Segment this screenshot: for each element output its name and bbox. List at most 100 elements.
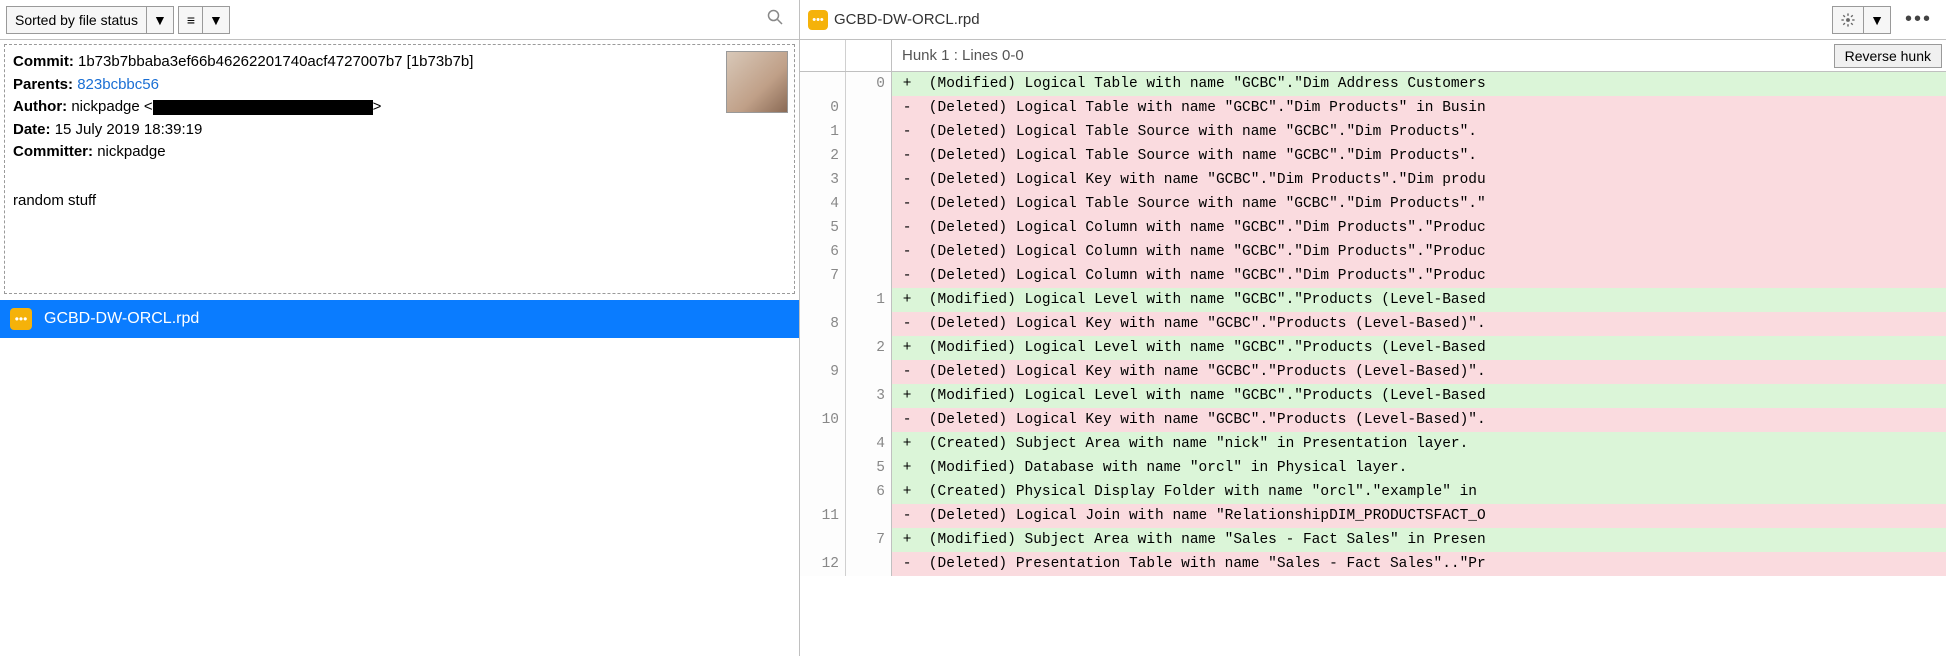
- gutter-old: 3: [800, 168, 846, 192]
- diff-view[interactable]: 0 + (Modified) Logical Table with name "…: [800, 72, 1946, 656]
- diff-line[interactable]: 8 - (Deleted) Logical Key with name "GCB…: [800, 312, 1946, 336]
- gutter-new: [846, 504, 892, 528]
- gutter-new: [846, 552, 892, 576]
- diff-filename: GCBD-DW-ORCL.rpd: [834, 11, 980, 28]
- diff-text: - (Deleted) Presentation Table with name…: [892, 552, 1946, 576]
- diff-text: + (Created) Physical Display Folder with…: [892, 480, 1946, 504]
- parent-link[interactable]: 823bcbbc56: [77, 76, 159, 93]
- gutter-new: 5: [846, 456, 892, 480]
- committer-label: Committer:: [13, 143, 93, 160]
- file-list-item[interactable]: ••• GCBD-DW-ORCL.rpd: [0, 300, 799, 338]
- file-mod-icon: •••: [808, 10, 828, 30]
- gutter-new: [846, 96, 892, 120]
- gear-split-button[interactable]: ▼: [1832, 6, 1891, 34]
- avatar: [726, 51, 788, 113]
- gutter-old: [800, 288, 846, 312]
- file-mod-icon: •••: [10, 308, 32, 330]
- diff-text: + (Created) Subject Area with name "nick…: [892, 432, 1946, 456]
- file-name: GCBD-DW-ORCL.rpd: [44, 310, 199, 328]
- gutter-old: [800, 336, 846, 360]
- gutter-old: 4: [800, 192, 846, 216]
- gutter-new: 4: [846, 432, 892, 456]
- gear-icon[interactable]: [1832, 6, 1863, 34]
- diff-text: - (Deleted) Logical Key with name "GCBC"…: [892, 360, 1946, 384]
- diff-text: - (Deleted) Logical Join with name "Rela…: [892, 504, 1946, 528]
- gutter-new: 7: [846, 528, 892, 552]
- view-split-button[interactable]: ≡ ▼: [178, 6, 230, 34]
- diff-line[interactable]: 2 - (Deleted) Logical Table Source with …: [800, 144, 1946, 168]
- commit-hash: 1b73b7bbaba3ef66b46262201740acf4727007b7: [78, 53, 403, 70]
- diff-text: - (Deleted) Logical Column with name "GC…: [892, 264, 1946, 288]
- gutter-old: 6: [800, 240, 846, 264]
- gutter-new: [846, 408, 892, 432]
- right-panel: ••• GCBD-DW-ORCL.rpd ▼ ••• Hunk 1 : Line…: [800, 0, 1946, 656]
- gutter-old: 8: [800, 312, 846, 336]
- diff-line[interactable]: 7 + (Modified) Subject Area with name "S…: [800, 528, 1946, 552]
- diff-line[interactable]: 9 - (Deleted) Logical Key with name "GCB…: [800, 360, 1946, 384]
- diff-line[interactable]: 0 - (Deleted) Logical Table with name "G…: [800, 96, 1946, 120]
- gutter-old: [800, 432, 846, 456]
- diff-line[interactable]: 3 - (Deleted) Logical Key with name "GCB…: [800, 168, 1946, 192]
- diff-line[interactable]: 3 + (Modified) Logical Level with name "…: [800, 384, 1946, 408]
- gear-caret[interactable]: ▼: [1863, 6, 1891, 34]
- diff-text: - (Deleted) Logical Key with name "GCBC"…: [892, 312, 1946, 336]
- diff-text: + (Modified) Subject Area with name "Sal…: [892, 528, 1946, 552]
- diff-line[interactable]: 12 - (Deleted) Presentation Table with n…: [800, 552, 1946, 576]
- diff-line[interactable]: 6 - (Deleted) Logical Column with name "…: [800, 240, 1946, 264]
- diff-line[interactable]: 5 + (Modified) Database with name "orcl"…: [800, 456, 1946, 480]
- sort-button[interactable]: Sorted by file status: [6, 6, 146, 34]
- gutter-new: [846, 192, 892, 216]
- diff-text: + (Modified) Database with name "orcl" i…: [892, 456, 1946, 480]
- commit-message: random stuff: [13, 190, 786, 213]
- gutter-old: 7: [800, 264, 846, 288]
- diff-text: - (Deleted) Logical Column with name "GC…: [892, 240, 1946, 264]
- gutter-new: 0: [846, 72, 892, 96]
- diff-line[interactable]: 6 + (Created) Physical Display Folder wi…: [800, 480, 1946, 504]
- author-name: nickpadge: [71, 98, 139, 115]
- author-label: Author:: [13, 98, 67, 115]
- gutter-new: [846, 168, 892, 192]
- diff-line[interactable]: 2 + (Modified) Logical Level with name "…: [800, 336, 1946, 360]
- diff-line[interactable]: 7 - (Deleted) Logical Column with name "…: [800, 264, 1946, 288]
- date-label: Date:: [13, 121, 51, 138]
- search-icon[interactable]: [757, 3, 793, 36]
- diff-line[interactable]: 1 + (Modified) Logical Level with name "…: [800, 288, 1946, 312]
- gutter-new: 6: [846, 480, 892, 504]
- gutter-new: [846, 144, 892, 168]
- gutter-old: 2: [800, 144, 846, 168]
- diff-line[interactable]: 4 - (Deleted) Logical Table Source with …: [800, 192, 1946, 216]
- diff-line[interactable]: 5 - (Deleted) Logical Column with name "…: [800, 216, 1946, 240]
- author-email-redacted: [153, 100, 373, 115]
- diff-text: - (Deleted) Logical Table Source with na…: [892, 144, 1946, 168]
- diff-line[interactable]: 0 + (Modified) Logical Table with name "…: [800, 72, 1946, 96]
- gutter-old: 5: [800, 216, 846, 240]
- diff-line[interactable]: 11 - (Deleted) Logical Join with name "R…: [800, 504, 1946, 528]
- more-icon[interactable]: •••: [1899, 8, 1938, 31]
- reverse-hunk-button[interactable]: Reverse hunk: [1834, 44, 1942, 68]
- commit-details: Commit: 1b73b7bbaba3ef66b46262201740acf4…: [4, 44, 795, 294]
- view-caret[interactable]: ▼: [202, 6, 230, 34]
- diff-text: - (Deleted) Logical Table Source with na…: [892, 192, 1946, 216]
- gutter-old: 12: [800, 552, 846, 576]
- commit-date: 15 July 2019 18:39:19: [55, 121, 203, 138]
- gutter-new: 2: [846, 336, 892, 360]
- gutter-old: 0: [800, 96, 846, 120]
- sort-caret[interactable]: ▼: [146, 6, 174, 34]
- parents-label: Parents:: [13, 76, 73, 93]
- diff-line[interactable]: 1 - (Deleted) Logical Table Source with …: [800, 120, 1946, 144]
- committer-name: nickpadge: [97, 143, 165, 160]
- gutter-old: [800, 456, 846, 480]
- list-view-icon[interactable]: ≡: [178, 6, 202, 34]
- right-toolbar: ••• GCBD-DW-ORCL.rpd ▼ •••: [800, 0, 1946, 40]
- gutter-new: 1: [846, 288, 892, 312]
- diff-text: - (Deleted) Logical Table Source with na…: [892, 120, 1946, 144]
- diff-line[interactable]: 10 - (Deleted) Logical Key with name "GC…: [800, 408, 1946, 432]
- gutter-old: [800, 480, 846, 504]
- gutter-old: [800, 528, 846, 552]
- gutter-new: 3: [846, 384, 892, 408]
- diff-line[interactable]: 4 + (Created) Subject Area with name "ni…: [800, 432, 1946, 456]
- commit-label: Commit:: [13, 53, 74, 70]
- gutter-new: [846, 264, 892, 288]
- gutter-old: [800, 384, 846, 408]
- sort-split-button[interactable]: Sorted by file status ▼: [6, 6, 174, 34]
